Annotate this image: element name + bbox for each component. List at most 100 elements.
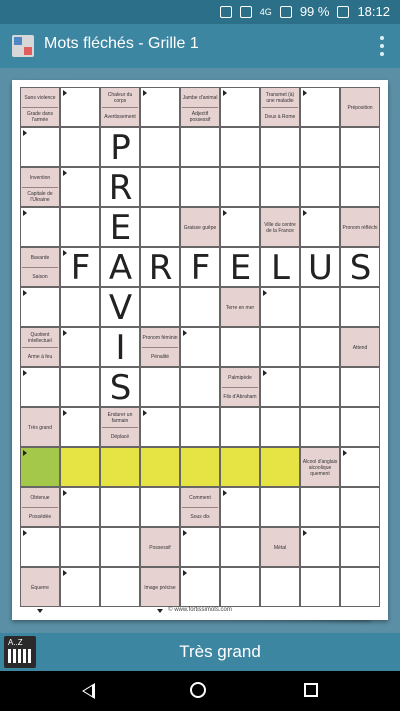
clue-cell[interactable]: Bavarde Saison bbox=[21, 248, 60, 293]
grid-cell[interactable] bbox=[261, 448, 300, 487]
grid-cell[interactable] bbox=[141, 408, 180, 447]
grid-cell[interactable]: S bbox=[341, 248, 380, 288]
clue-cell[interactable]: Invention Capitale de l'Ukraine bbox=[21, 168, 60, 213]
grid-cell[interactable] bbox=[61, 448, 100, 487]
grid-cell[interactable] bbox=[221, 568, 260, 607]
grid-cell[interactable] bbox=[301, 288, 340, 327]
grid-cell[interactable] bbox=[181, 168, 220, 207]
grid-cell[interactable] bbox=[101, 528, 140, 567]
grid-cell[interactable] bbox=[61, 528, 100, 567]
grid-cell[interactable] bbox=[301, 208, 340, 247]
grid-cell[interactable] bbox=[61, 568, 100, 607]
grid-cell[interactable] bbox=[221, 488, 260, 527]
grid-cell[interactable] bbox=[181, 448, 220, 487]
grid-cell[interactable] bbox=[341, 488, 380, 527]
clue-cell[interactable]: Chaleur du corps Avertissement bbox=[101, 88, 140, 133]
grid-cell[interactable] bbox=[61, 328, 100, 367]
clue-cell[interactable]: Comment Sous dix bbox=[181, 488, 220, 533]
grid-cell[interactable] bbox=[61, 88, 100, 127]
grid-cell[interactable] bbox=[221, 128, 260, 167]
grid-cell[interactable]: A bbox=[101, 248, 140, 288]
clue-cell[interactable]: Possessif bbox=[141, 528, 180, 573]
clue-cell[interactable]: Obtenue Possédée bbox=[21, 488, 60, 533]
grid-cell[interactable]: E bbox=[101, 208, 140, 248]
clue-cell[interactable]: Équerre bbox=[21, 568, 60, 613]
grid-cell[interactable] bbox=[181, 128, 220, 167]
grid-cell[interactable]: F bbox=[181, 248, 220, 288]
grid-cell[interactable] bbox=[261, 288, 300, 327]
grid-cell[interactable] bbox=[141, 208, 180, 247]
keyboard-toggle-button[interactable]: A..Z bbox=[4, 636, 36, 668]
grid-cell[interactable]: S bbox=[101, 368, 140, 408]
grid-cell[interactable] bbox=[181, 288, 220, 327]
grid-cell[interactable] bbox=[181, 328, 220, 367]
grid-cell[interactable] bbox=[141, 488, 180, 527]
back-icon[interactable] bbox=[82, 683, 95, 699]
grid-cell[interactable] bbox=[301, 528, 340, 567]
home-icon[interactable] bbox=[190, 682, 206, 698]
grid-cell[interactable] bbox=[301, 568, 340, 607]
grid-cell[interactable]: P bbox=[101, 128, 140, 168]
grid-cell[interactable] bbox=[141, 88, 180, 127]
grid-cell[interactable] bbox=[61, 168, 100, 207]
grid-cell[interactable] bbox=[61, 288, 100, 327]
grid-cell[interactable] bbox=[21, 128, 60, 167]
grid-cell[interactable] bbox=[221, 168, 260, 207]
grid-cell[interactable] bbox=[61, 208, 100, 247]
grid-cell[interactable] bbox=[181, 528, 220, 567]
grid-cell[interactable] bbox=[341, 448, 380, 487]
grid-cell[interactable] bbox=[21, 448, 60, 487]
grid-cell[interactable] bbox=[141, 168, 180, 207]
grid-cell[interactable] bbox=[21, 528, 60, 567]
grid-cell[interactable] bbox=[141, 288, 180, 327]
grid-cell[interactable] bbox=[101, 568, 140, 607]
grid-cell[interactable]: I bbox=[101, 328, 140, 368]
grid-cell[interactable] bbox=[221, 408, 260, 447]
clue-cell[interactable]: Alcool d'anglais alcoolique quement bbox=[301, 448, 340, 493]
clue-cell[interactable]: Palmipède Fils d'Abraham bbox=[221, 368, 260, 413]
clue-cell[interactable]: Terre en mer bbox=[221, 288, 260, 333]
grid-cell[interactable]: U bbox=[301, 248, 340, 288]
grid-cell[interactable] bbox=[261, 328, 300, 367]
grid-cell[interactable] bbox=[221, 208, 260, 247]
grid-cell[interactable] bbox=[301, 488, 340, 527]
grid-cell[interactable] bbox=[261, 488, 300, 527]
grid-cell[interactable] bbox=[61, 128, 100, 167]
grid-cell[interactable] bbox=[261, 368, 300, 407]
clue-cell[interactable]: Endurer un farmain Déplacé bbox=[101, 408, 140, 453]
grid-cell[interactable] bbox=[21, 208, 60, 247]
grid-cell[interactable] bbox=[341, 288, 380, 327]
clue-cell[interactable]: Ville du centre de la France bbox=[261, 208, 300, 253]
grid-cell[interactable] bbox=[261, 568, 300, 607]
clue-cell[interactable]: Métal bbox=[261, 528, 300, 573]
crossword-grid[interactable]: Sans violence Grade dans l'armée Chaleur d… bbox=[20, 87, 380, 613]
clue-cell[interactable]: Sans violence Grade dans l'armée bbox=[21, 88, 60, 133]
grid-cell[interactable] bbox=[341, 568, 380, 607]
grid-cell[interactable] bbox=[221, 88, 260, 127]
grid-cell[interactable] bbox=[301, 408, 340, 447]
grid-cell[interactable] bbox=[141, 368, 180, 407]
grid-cell[interactable] bbox=[61, 368, 100, 407]
grid-cell[interactable] bbox=[261, 408, 300, 447]
grid-cell[interactable] bbox=[181, 568, 220, 607]
grid-cell[interactable] bbox=[141, 448, 180, 487]
grid-cell[interactable] bbox=[261, 168, 300, 207]
clue-cell[interactable]: Pronom féminin Pénalité bbox=[141, 328, 180, 373]
grid-cell[interactable] bbox=[221, 328, 260, 367]
overflow-menu-icon[interactable] bbox=[380, 34, 386, 58]
grid-cell[interactable]: R bbox=[141, 248, 180, 288]
grid-cell[interactable] bbox=[301, 328, 340, 367]
recents-icon[interactable] bbox=[304, 683, 318, 697]
grid-cell[interactable]: E bbox=[221, 248, 260, 288]
grid-cell[interactable] bbox=[21, 368, 60, 407]
grid-cell[interactable] bbox=[101, 488, 140, 527]
grid-cell[interactable]: L bbox=[261, 248, 300, 288]
grid-cell[interactable] bbox=[141, 128, 180, 167]
grid-cell[interactable] bbox=[301, 128, 340, 167]
grid-cell[interactable]: R bbox=[101, 168, 140, 208]
grid-cell[interactable] bbox=[341, 368, 380, 407]
grid-cell[interactable] bbox=[341, 128, 380, 167]
clue-cell[interactable]: Jambe d'animal Adjectif possessif bbox=[181, 88, 220, 133]
grid-cell[interactable] bbox=[21, 288, 60, 327]
grid-cell[interactable] bbox=[101, 448, 140, 487]
